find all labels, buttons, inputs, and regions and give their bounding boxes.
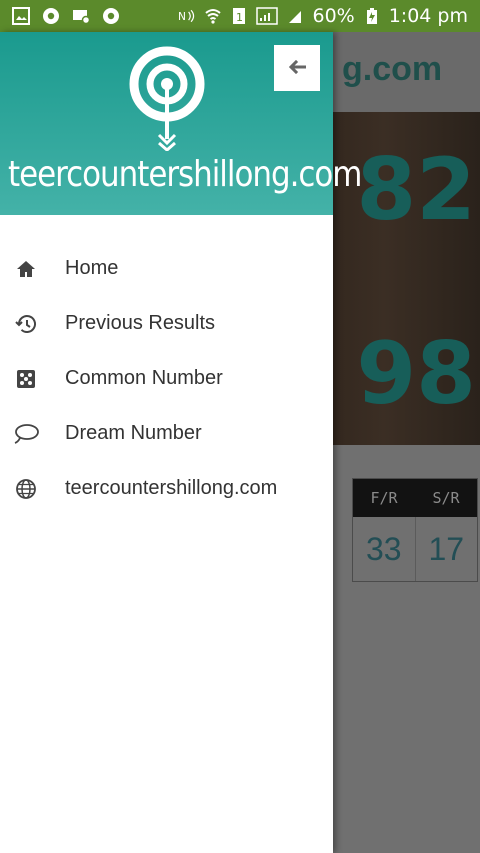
- target-arrow-logo: [126, 43, 208, 152]
- svg-text:N: N: [178, 10, 186, 23]
- menu-item-website[interactable]: teercountershillong.com: [0, 461, 333, 516]
- chrome-notification-icon-2: [102, 7, 120, 25]
- wifi-icon: [204, 7, 222, 25]
- results-value-fr: 33: [353, 517, 416, 581]
- results-value-sr: 17: [428, 530, 465, 567]
- battery-icon: [363, 7, 381, 25]
- nfc-icon: N: [178, 7, 196, 25]
- app-toolbar-title: g.com: [342, 50, 443, 88]
- status-bar: N 1 60% 1:04 pm: [0, 0, 480, 32]
- menu-item-previous-results[interactable]: Previous Results: [0, 296, 333, 351]
- menu-item-label: teercountershillong.com: [65, 477, 278, 499]
- hero-second-number: 98: [356, 324, 476, 424]
- results-table: F/R S/R 33 17: [352, 478, 478, 582]
- email-notification-icon: [72, 7, 90, 25]
- menu-item-dream-number[interactable]: Dream Number: [0, 406, 333, 461]
- close-drawer-button[interactable]: [274, 45, 320, 91]
- results-table-header: F/R S/R: [353, 479, 477, 517]
- globe-icon: [13, 476, 39, 502]
- drawer-header: teercountershillong.com: [0, 32, 362, 215]
- signal-icon-2: [286, 7, 304, 25]
- drawer-brand-title: teercountershillong.com: [8, 154, 362, 195]
- results-table-row: 33 17: [353, 517, 477, 581]
- svg-text:1: 1: [236, 11, 243, 24]
- menu-item-home[interactable]: Home: [0, 241, 333, 296]
- signal-icon: [256, 7, 279, 25]
- menu-item-label: Home: [65, 257, 119, 279]
- battery-percent: 60%: [312, 5, 355, 27]
- results-header-fr: F/R: [370, 489, 398, 507]
- menu-item-common-number[interactable]: Common Number: [0, 351, 333, 406]
- clock: 1:04 pm: [388, 5, 468, 27]
- dice-icon: [13, 366, 39, 392]
- gallery-notification-icon: [12, 7, 30, 25]
- hero-first-number: 82: [356, 140, 476, 240]
- menu-item-label: Dream Number: [65, 422, 202, 444]
- sim-icon: 1: [230, 7, 248, 25]
- history-icon: [13, 311, 39, 337]
- speech-bubble-icon: [13, 421, 39, 447]
- menu-item-label: Previous Results: [65, 312, 216, 334]
- home-icon: [13, 256, 39, 282]
- drawer-menu: Home Previous Results Common Number Drea…: [0, 241, 333, 516]
- chrome-notification-icon: [42, 7, 60, 25]
- results-header-sr: S/R: [432, 489, 460, 507]
- back-arrow-icon: [288, 59, 307, 77]
- menu-item-label: Common Number: [65, 367, 223, 389]
- navigation-drawer: teercountershillong.com Home Previous Re…: [0, 32, 362, 853]
